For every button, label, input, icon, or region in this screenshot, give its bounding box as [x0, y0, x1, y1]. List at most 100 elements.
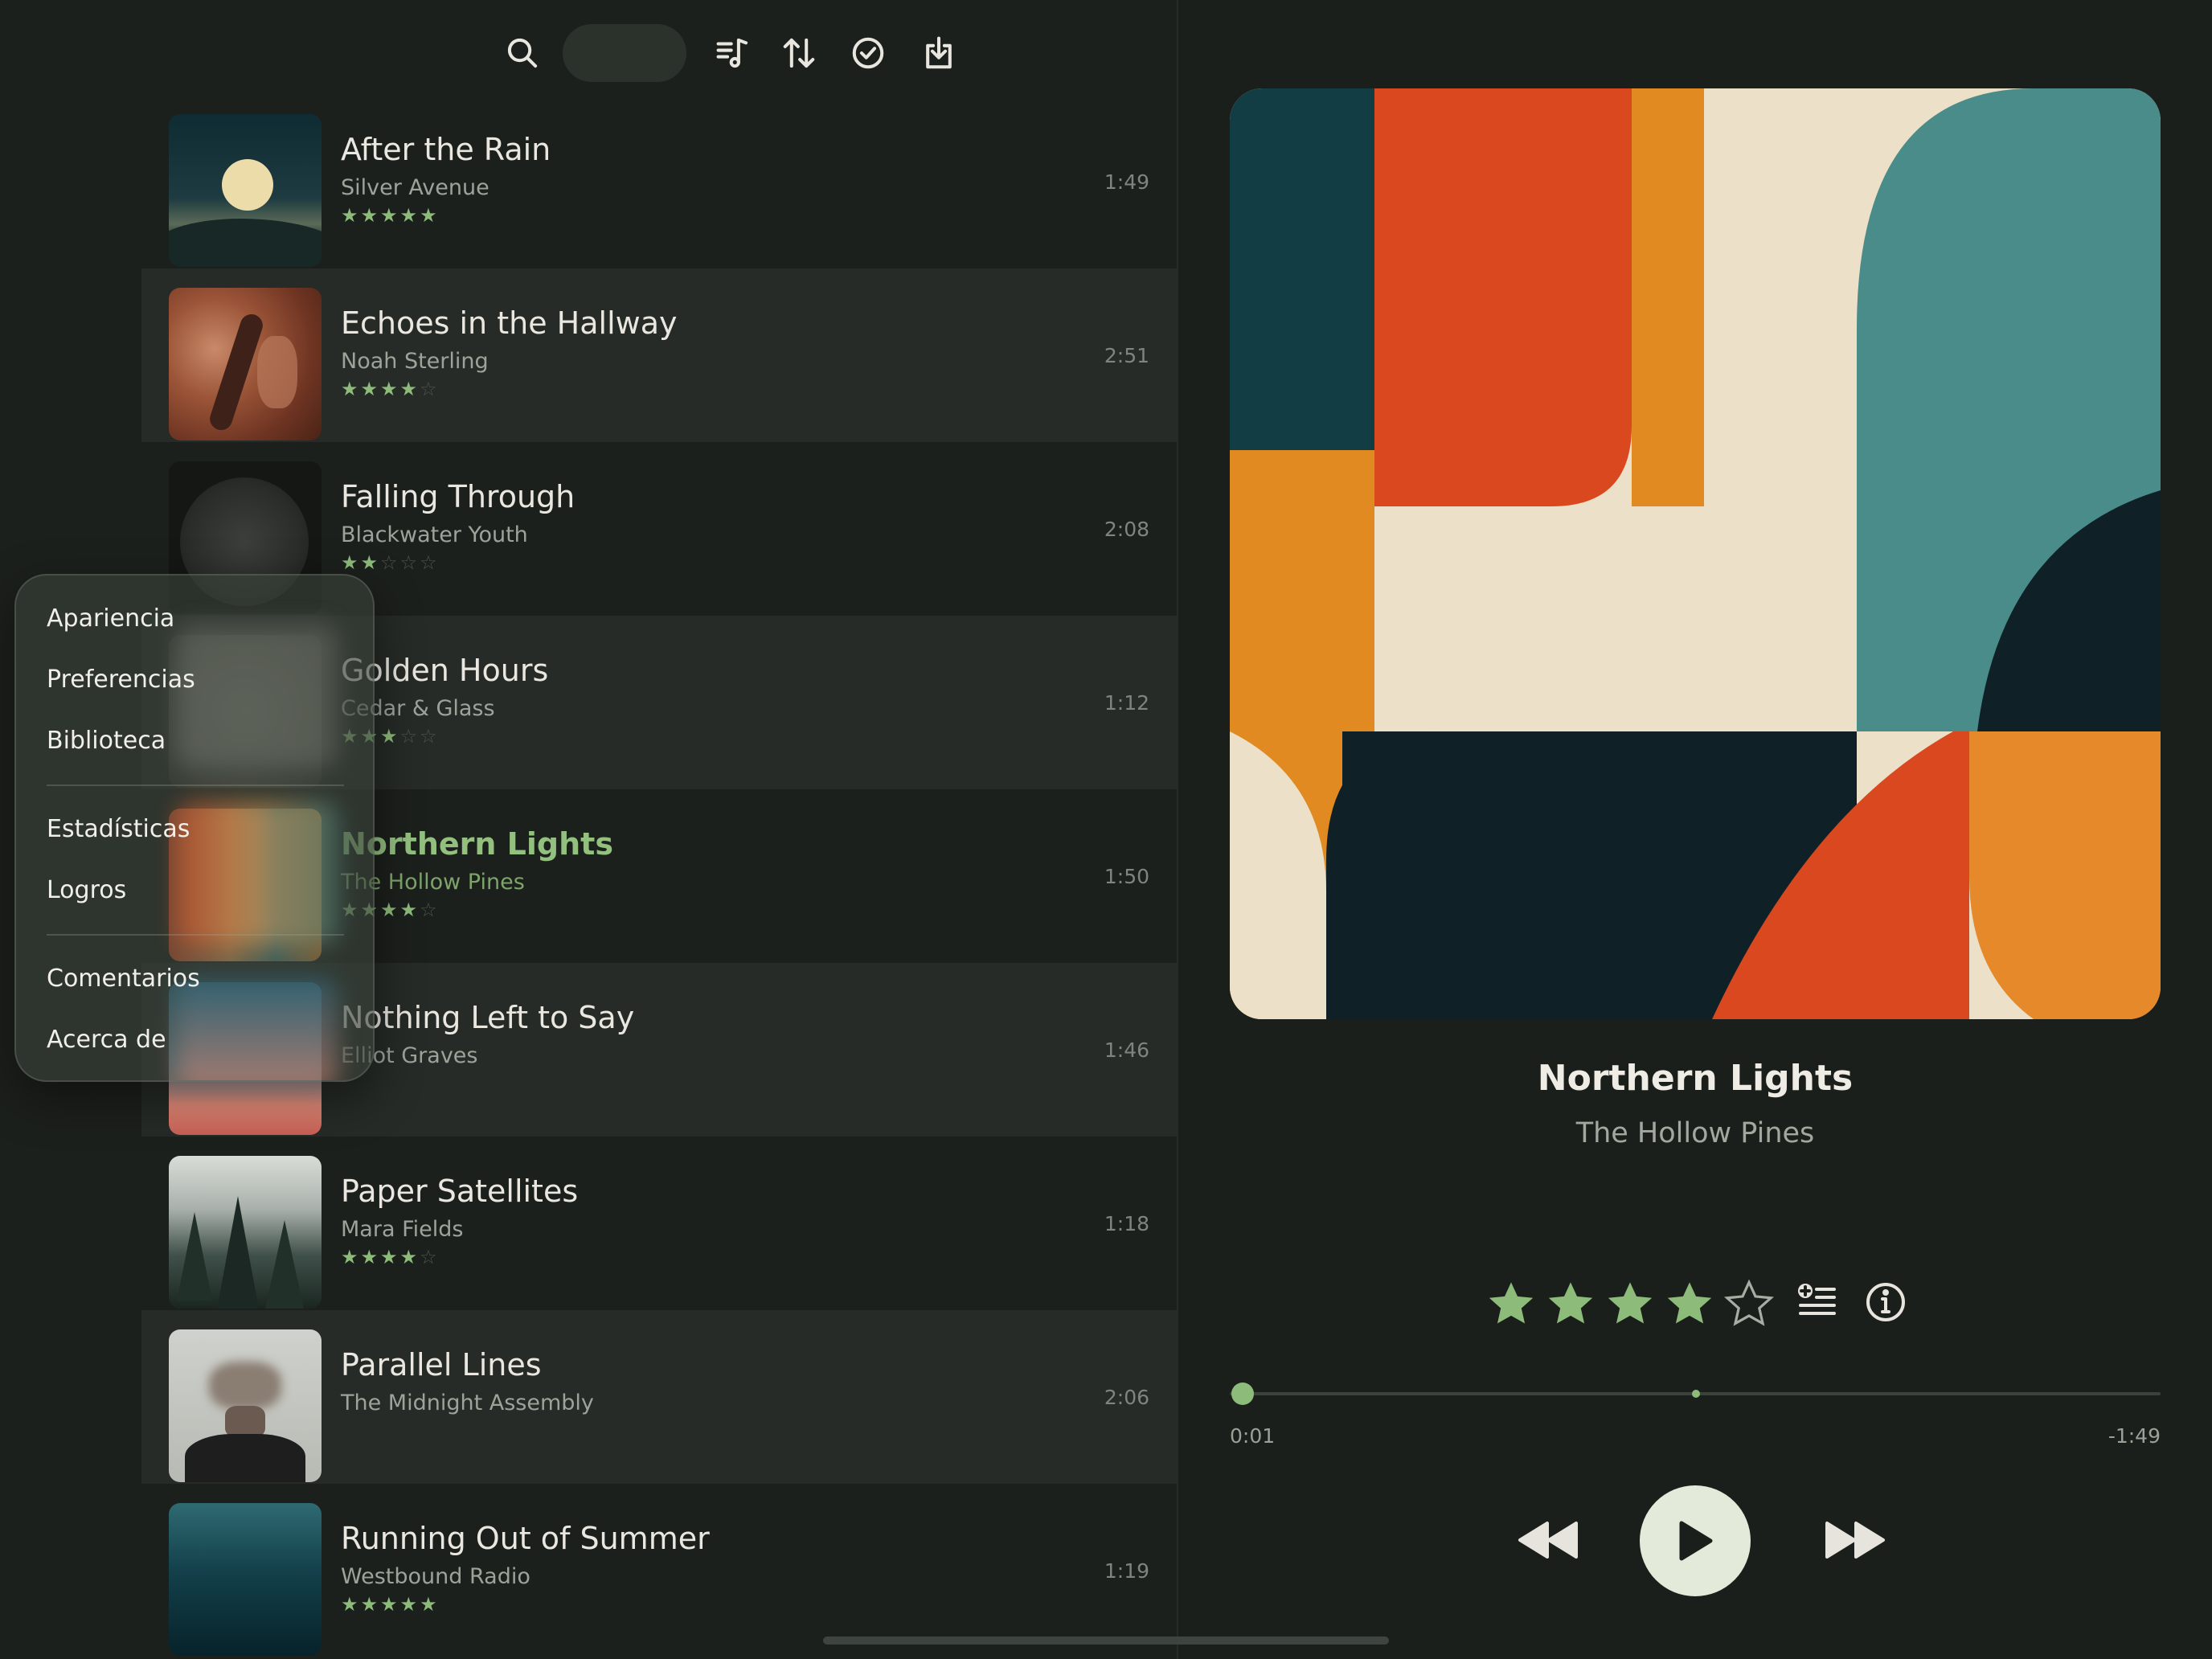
star-icon: ★ — [360, 1246, 381, 1268]
star-icon: ★ — [380, 204, 400, 227]
add-to-queue-icon[interactable] — [1794, 1280, 1839, 1325]
star-icon: ★ — [341, 1246, 361, 1268]
star-icon: ★ — [380, 725, 400, 748]
progress-scrubber[interactable] — [1230, 1382, 2161, 1405]
rewind-icon[interactable] — [1508, 1508, 1588, 1572]
menu-divider — [47, 934, 344, 936]
star-icon[interactable] — [1485, 1278, 1537, 1329]
song-row[interactable]: After the Rain Silver Avenue ★★★★★ 1:49 — [141, 95, 1177, 268]
star-outline-icon[interactable] — [1723, 1278, 1775, 1329]
song-duration: 2:51 — [1104, 344, 1149, 367]
star-outline-icon: ☆ — [420, 725, 440, 748]
song-duration: 1:19 — [1104, 1559, 1149, 1583]
song-duration: 1:46 — [1104, 1038, 1149, 1062]
song-row[interactable]: Paper Satellites Mara Fields ★★★★☆ 1:18 — [141, 1137, 1177, 1310]
song-title: Northern Lights — [341, 826, 613, 862]
song-row[interactable]: Echoes in the Hallway Noah Sterling ★★★★… — [141, 268, 1177, 442]
star-icon: ★ — [399, 1246, 420, 1268]
song-title: After the Rain — [341, 132, 551, 167]
settings-menu: Apariencia Preferencias Biblioteca Estad… — [14, 574, 375, 1082]
song-duration: 1:50 — [1104, 865, 1149, 888]
star-icon: ★ — [420, 1593, 440, 1616]
star-icon: ★ — [380, 378, 400, 400]
list-toolbar — [141, 24, 1177, 88]
home-indicator[interactable] — [823, 1636, 1389, 1645]
search-icon[interactable] — [494, 24, 551, 82]
fast-forward-icon[interactable] — [1815, 1508, 1895, 1572]
star-icon: ★ — [341, 1593, 361, 1616]
star-icon: ★ — [399, 1593, 420, 1616]
star-icon: ★ — [360, 1593, 381, 1616]
song-artist: The Midnight Assembly — [341, 1391, 594, 1415]
star-outline-icon: ☆ — [420, 899, 440, 921]
song-artist: Blackwater Youth — [341, 522, 528, 547]
star-icon[interactable] — [1664, 1278, 1715, 1329]
menu-item-apariencia[interactable]: Apariencia — [47, 604, 174, 633]
play-icon — [1679, 1521, 1713, 1561]
star-icon: ★ — [380, 899, 400, 921]
song-title: Parallel Lines — [341, 1347, 542, 1382]
info-icon[interactable] — [1863, 1280, 1908, 1325]
download-icon[interactable] — [910, 24, 968, 82]
rating-stars: ★★☆☆☆ — [341, 551, 440, 574]
album-art — [169, 288, 322, 440]
checkmark-circle-icon[interactable] — [839, 24, 897, 82]
rating-stars: ★★★★★ — [341, 204, 440, 227]
star-icon[interactable] — [1545, 1278, 1596, 1329]
scrubber-midpoint-marker — [1692, 1390, 1700, 1398]
menu-item-biblioteca[interactable]: Biblioteca — [47, 727, 166, 755]
rating-stars: ★★★★★ — [341, 1593, 440, 1616]
album-art — [169, 1503, 322, 1656]
play-button[interactable] — [1640, 1485, 1751, 1596]
song-artist: Westbound Radio — [341, 1564, 530, 1589]
song-row[interactable]: Parallel Lines The Midnight Assembly 2:0… — [141, 1310, 1177, 1484]
star-icon: ★ — [360, 551, 381, 574]
star-icon: ★ — [341, 551, 361, 574]
star-icon: ★ — [399, 204, 420, 227]
star-outline-icon: ☆ — [420, 1246, 440, 1268]
scrubber-knob[interactable] — [1231, 1382, 1254, 1405]
song-row[interactable]: Running Out of Summer Westbound Radio ★★… — [141, 1484, 1177, 1657]
now-playing-artist: The Hollow Pines — [1575, 1117, 1815, 1149]
now-playing-title: Northern Lights — [1537, 1058, 1854, 1099]
star-icon: ★ — [420, 204, 440, 227]
remaining-time: -1:49 — [2108, 1424, 2161, 1448]
star-icon: ★ — [341, 378, 361, 400]
star-icon: ★ — [399, 378, 420, 400]
album-art — [169, 1156, 322, 1309]
elapsed-time: 0:01 — [1230, 1424, 1276, 1448]
queue-music-icon[interactable] — [704, 24, 762, 82]
song-artist: Mara Fields — [341, 1217, 464, 1242]
star-icon: ★ — [360, 204, 381, 227]
menu-item-estadisticas[interactable]: Estadísticas — [47, 815, 190, 843]
star-icon: ★ — [341, 204, 361, 227]
menu-item-logros[interactable]: Logros — [47, 876, 126, 904]
song-title: Running Out of Summer — [341, 1521, 710, 1556]
album-art — [169, 1329, 322, 1482]
song-title: Echoes in the Hallway — [341, 305, 678, 341]
view-toggle-group — [563, 24, 686, 82]
star-outline-icon: ☆ — [380, 551, 400, 574]
star-icon: ★ — [399, 899, 420, 921]
rating-stars: ★★★★☆ — [341, 378, 440, 400]
sort-icon[interactable] — [770, 24, 828, 82]
star-icon: ★ — [380, 1593, 400, 1616]
star-outline-icon: ☆ — [399, 551, 420, 574]
star-icon: ★ — [380, 1246, 400, 1268]
menu-item-comentarios[interactable]: Comentarios — [47, 965, 200, 993]
song-title: Falling Through — [341, 479, 576, 514]
song-duration: 1:18 — [1104, 1212, 1149, 1235]
star-outline-icon: ☆ — [420, 551, 440, 574]
album-art — [169, 114, 322, 267]
song-title: Paper Satellites — [341, 1174, 579, 1209]
rating-stars: ★★★★☆ — [341, 1246, 440, 1268]
song-duration: 2:06 — [1104, 1386, 1149, 1409]
menu-item-acerca-de[interactable]: Acerca de — [47, 1026, 166, 1054]
star-outline-icon: ☆ — [420, 378, 440, 400]
star-icon[interactable] — [1604, 1278, 1656, 1329]
song-artist: Silver Avenue — [341, 175, 490, 200]
star-icon: ★ — [360, 378, 381, 400]
menu-item-preferencias[interactable]: Preferencias — [47, 666, 195, 694]
now-playing-pane: Northern Lights The Hollow Pines 0:01 -1… — [1178, 0, 2212, 1659]
now-playing-cover-art — [1230, 88, 2161, 1019]
